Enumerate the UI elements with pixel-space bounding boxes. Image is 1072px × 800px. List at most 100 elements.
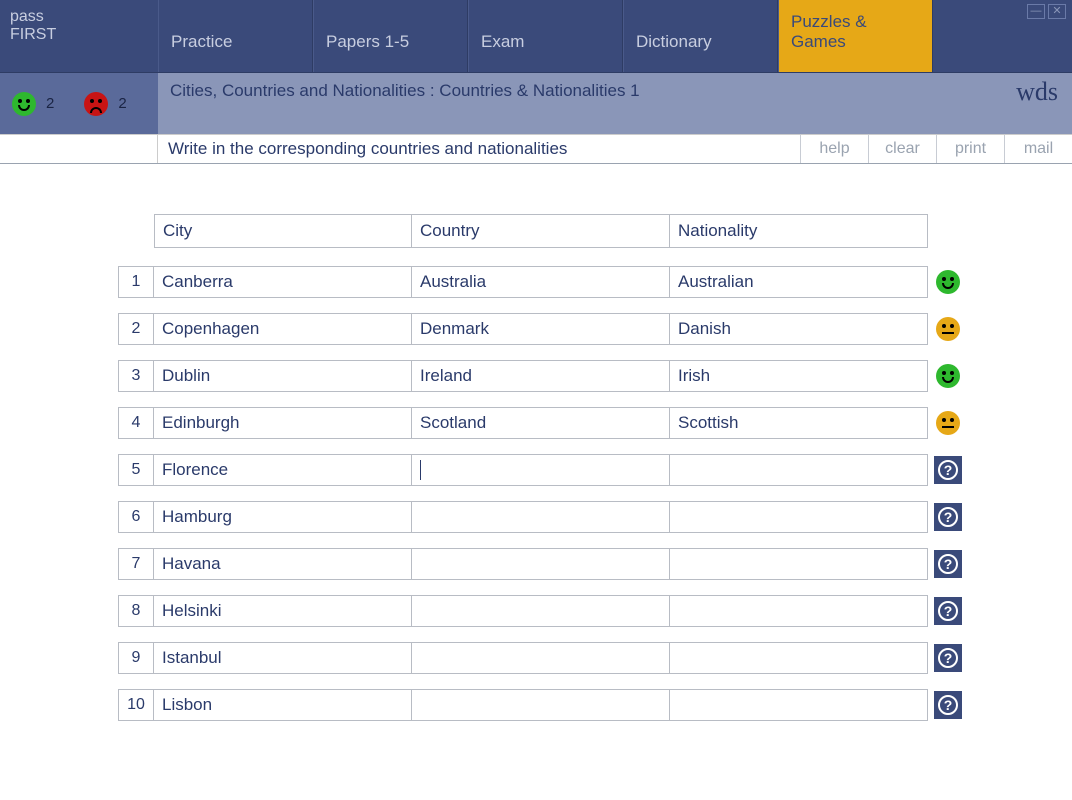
- table-row: 4EdinburghScotlandScottish: [118, 407, 1072, 439]
- city-cell: Istanbul: [154, 642, 412, 674]
- country-cell[interactable]: [412, 501, 670, 533]
- unknown-icon[interactable]: ?: [934, 456, 962, 484]
- status-cell: ?: [932, 548, 964, 580]
- unknown-icon[interactable]: ?: [934, 691, 962, 719]
- unknown-icon[interactable]: ?: [934, 597, 962, 625]
- country-cell[interactable]: [412, 689, 670, 721]
- correct-icon: [936, 364, 960, 388]
- city-cell: Canberra: [154, 266, 412, 298]
- tab-practice[interactable]: Practice: [158, 0, 313, 72]
- sad-face-icon: [84, 92, 108, 116]
- row-number: 7: [118, 548, 154, 580]
- row-number: 8: [118, 595, 154, 627]
- table-row: 10Lisbon?: [118, 689, 1072, 721]
- status-cell: [932, 407, 964, 439]
- unknown-icon[interactable]: ?: [934, 644, 962, 672]
- table-row: 2CopenhagenDenmarkDanish: [118, 313, 1072, 345]
- nationality-cell[interactable]: [670, 454, 928, 486]
- country-cell[interactable]: Australia: [412, 266, 670, 298]
- status-cell: [932, 360, 964, 392]
- breadcrumb-text: Cities, Countries and Nationalities : Co…: [170, 81, 640, 126]
- country-cell[interactable]: Denmark: [412, 313, 670, 345]
- nationality-cell[interactable]: Australian: [670, 266, 928, 298]
- nationality-cell[interactable]: [670, 548, 928, 580]
- row-number: 1: [118, 266, 154, 298]
- row-number: 6: [118, 501, 154, 533]
- tab-exam[interactable]: Exam: [468, 0, 623, 72]
- country-cell[interactable]: [412, 642, 670, 674]
- status-cell: ?: [932, 689, 964, 721]
- table-row: 7Havana?: [118, 548, 1072, 580]
- brand-line2: FIRST: [10, 26, 148, 44]
- instruction-text: Write in the corresponding countries and…: [158, 134, 800, 163]
- row-number: 4: [118, 407, 154, 439]
- country-cell[interactable]: [412, 548, 670, 580]
- happy-face-icon: [12, 92, 36, 116]
- status-cell: [932, 266, 964, 298]
- header-city: City: [154, 214, 412, 248]
- instruction-spacer: [0, 134, 158, 163]
- partial-icon: [936, 317, 960, 341]
- header-nationality: Nationality: [670, 214, 928, 248]
- score-box: 2 2: [0, 73, 158, 134]
- country-cell[interactable]: [412, 595, 670, 627]
- score-wrong: 2: [118, 95, 126, 112]
- city-cell: Lisbon: [154, 689, 412, 721]
- header-country: Country: [412, 214, 670, 248]
- city-cell: Dublin: [154, 360, 412, 392]
- table-row: 1CanberraAustraliaAustralian: [118, 266, 1072, 298]
- nationality-cell[interactable]: Danish: [670, 313, 928, 345]
- partial-icon: [936, 411, 960, 435]
- mail-button[interactable]: mail: [1004, 134, 1072, 163]
- status-cell: ?: [932, 454, 964, 486]
- city-cell: Helsinki: [154, 595, 412, 627]
- unknown-icon[interactable]: ?: [934, 550, 962, 578]
- sub-header: 2 2 Cities, Countries and Nationalities …: [0, 72, 1072, 134]
- city-cell: Hamburg: [154, 501, 412, 533]
- row-number: 2: [118, 313, 154, 345]
- window-controls: — ✕: [1027, 4, 1066, 19]
- status-cell: [932, 313, 964, 345]
- close-icon[interactable]: ✕: [1048, 4, 1066, 19]
- correct-icon: [936, 270, 960, 294]
- city-cell: Havana: [154, 548, 412, 580]
- table-row: 8Helsinki?: [118, 595, 1072, 627]
- nationality-cell[interactable]: [670, 595, 928, 627]
- table-row: 3DublinIrelandIrish: [118, 360, 1072, 392]
- country-cell[interactable]: [412, 454, 670, 486]
- brand-line1: pass: [10, 8, 148, 26]
- nationality-cell[interactable]: [670, 501, 928, 533]
- toolbar-buttons: help clear print mail: [800, 134, 1072, 163]
- nationality-cell[interactable]: Scottish: [670, 407, 928, 439]
- tab-puzzles-games[interactable]: Puzzles & Games: [778, 0, 933, 72]
- country-cell[interactable]: Scotland: [412, 407, 670, 439]
- help-button[interactable]: help: [800, 134, 868, 163]
- status-cell: ?: [932, 595, 964, 627]
- table-row: 5Florence?: [118, 454, 1072, 486]
- brand: pass FIRST: [0, 0, 158, 72]
- tab-papers[interactable]: Papers 1-5: [313, 0, 468, 72]
- row-number: 9: [118, 642, 154, 674]
- country-cell[interactable]: Ireland: [412, 360, 670, 392]
- status-cell: ?: [932, 642, 964, 674]
- minimize-icon[interactable]: —: [1027, 4, 1045, 19]
- city-cell: Edinburgh: [154, 407, 412, 439]
- table-row: 9Istanbul?: [118, 642, 1072, 674]
- print-button[interactable]: print: [936, 134, 1004, 163]
- table-row: 6Hamburg?: [118, 501, 1072, 533]
- tab-dictionary[interactable]: Dictionary: [623, 0, 778, 72]
- nationality-cell[interactable]: [670, 689, 928, 721]
- row-number: 10: [118, 689, 154, 721]
- breadcrumb: Cities, Countries and Nationalities : Co…: [158, 73, 1072, 134]
- unknown-icon[interactable]: ?: [934, 503, 962, 531]
- clear-button[interactable]: clear: [868, 134, 936, 163]
- city-cell: Florence: [154, 454, 412, 486]
- city-cell: Copenhagen: [154, 313, 412, 345]
- instruction-row: Write in the corresponding countries and…: [0, 134, 1072, 164]
- table-header: City Country Nationality: [154, 214, 1072, 248]
- score-correct: 2: [46, 95, 54, 112]
- nationality-cell[interactable]: [670, 642, 928, 674]
- table-body: 1CanberraAustraliaAustralian2CopenhagenD…: [118, 266, 1072, 721]
- nationality-cell[interactable]: Irish: [670, 360, 928, 392]
- row-number: 3: [118, 360, 154, 392]
